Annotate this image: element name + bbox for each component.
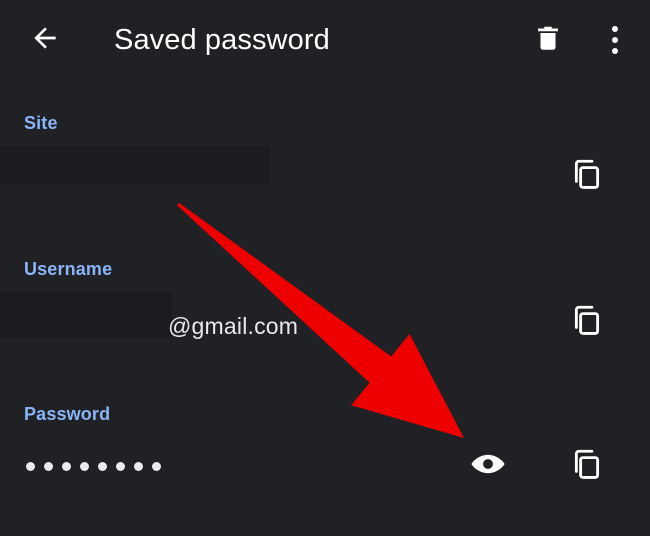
password-dot [98,462,107,471]
password-dot [134,462,143,471]
field-label-password: Password [24,404,111,424]
more-vertical-icon [612,23,618,57]
copy-icon [570,157,604,196]
redacted-username-prefix [0,292,172,338]
copy-password-button[interactable] [564,443,610,489]
back-arrow-icon [29,22,61,59]
field-label-username: Username [24,259,113,279]
delete-button[interactable] [527,19,569,61]
redacted-site-value [0,146,270,184]
password-masked-value [26,462,170,471]
overflow-menu-button[interactable] [596,19,634,61]
field-label-site: Site [24,113,58,133]
saved-password-screen: Saved password Site Username @gmail.com … [0,0,650,536]
password-dot [62,462,71,471]
password-dot [116,462,125,471]
password-dot [44,462,53,471]
copy-site-button[interactable] [564,153,610,199]
password-dot [26,462,35,471]
copy-icon [570,447,604,486]
app-bar: Saved password [0,0,650,78]
reveal-password-button[interactable] [465,443,511,489]
page-title: Saved password [114,24,330,56]
field-value-username: @gmail.com [168,313,299,339]
eye-icon [469,445,507,488]
password-dot [152,462,161,471]
password-dot [80,462,89,471]
copy-username-button[interactable] [564,299,610,345]
back-button[interactable] [22,19,68,61]
copy-icon [570,303,604,342]
trash-icon [533,23,563,58]
